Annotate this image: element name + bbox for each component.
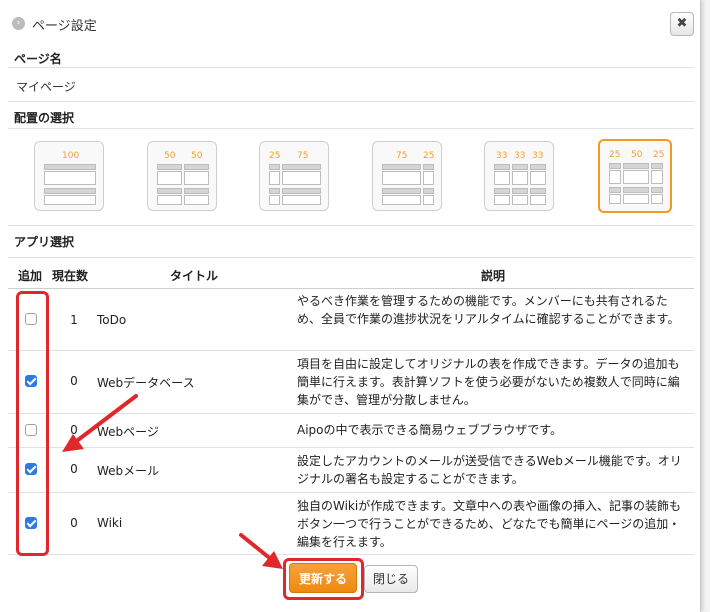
- layout-num: 75: [396, 151, 408, 161]
- header-add: 追加: [18, 269, 43, 283]
- table-row: 0 Webメール 設定したアカウントのメールが送受信できるWebメール機能です。…: [8, 448, 694, 493]
- layout-option-50-50[interactable]: 50 50: [147, 141, 217, 211]
- table-row: 0 Wiki 独自のWikiが作成できます。文章中への表や画像の挿入、記事の装飾…: [8, 493, 694, 555]
- row-desc: やるべき作業を管理するための機能です。メンバーにも共有されるため、全員で作業の進…: [297, 294, 680, 326]
- row-title: Webページ: [97, 425, 159, 439]
- layout-option-75-25[interactable]: 75 25: [372, 141, 442, 211]
- row-title: Wiki: [97, 516, 123, 530]
- page-settings-dialog: › ページ設定 ✖ ページ名 マイページ 配置の選択 100 50 50 25 …: [0, 0, 701, 612]
- row-desc: 設定したアカウントのメールが送受信できるWebメール機能です。オリジナルの署名も…: [297, 454, 682, 486]
- row-desc: 項目を自由に設定してオリジナルの表を作成できます。データの追加も簡単に行えます。…: [297, 357, 680, 407]
- add-checkbox-todo[interactable]: [25, 313, 37, 325]
- chevron-right-icon: ›: [12, 17, 25, 30]
- close-dialog-button[interactable]: 閉じる: [364, 565, 418, 593]
- layout-num: 50: [631, 150, 643, 160]
- layout-num: 33: [514, 151, 526, 161]
- layout-num: 50: [164, 151, 176, 161]
- row-count: 0: [70, 516, 78, 530]
- row-count: 0: [70, 374, 78, 388]
- page-name-row: マイページ: [8, 67, 694, 102]
- layout-option-25-75[interactable]: 25 75: [259, 141, 329, 211]
- layout-num: 33: [532, 151, 544, 161]
- page-name-value: マイページ: [16, 80, 76, 94]
- layout-option-100[interactable]: 100: [34, 141, 104, 211]
- add-checkbox-webpage[interactable]: [25, 424, 37, 436]
- close-button[interactable]: ✖: [670, 12, 694, 36]
- row-desc: Aipoの中で表示できる簡易ウェブブラウザです。: [297, 423, 563, 437]
- dialog-title: ページ設定: [32, 19, 97, 34]
- layout-option-33-33-33[interactable]: 33 33 33: [484, 141, 554, 211]
- row-title: ToDo: [97, 313, 127, 327]
- layout-options: 100 50 50 25 75 75 25 33 33 33 25 50 25: [8, 128, 694, 226]
- table-row: 0 Webページ Aipoの中で表示できる簡易ウェブブラウザです。: [8, 414, 694, 448]
- table-row: 1 ToDo やるべき作業を管理するための機能です。メンバーにも共有されるため、…: [8, 288, 694, 351]
- apps-label: アプリ選択: [14, 235, 75, 249]
- add-checkbox-webdatabase[interactable]: [25, 375, 37, 387]
- update-button[interactable]: 更新する: [289, 563, 357, 593]
- layout-num: 25: [269, 151, 281, 161]
- add-checkbox-webmail[interactable]: [25, 463, 37, 475]
- row-desc: 独自のWikiが作成できます。文章中への表や画像の挿入、記事の装飾もボタン一つで…: [297, 499, 682, 549]
- table-row: 0 Webデータベース 項目を自由に設定してオリジナルの表を作成できます。データ…: [8, 351, 694, 414]
- layout-num: 50: [191, 151, 203, 161]
- page-name-label: ページ名: [14, 52, 62, 66]
- header-title: タイトル: [170, 269, 219, 283]
- layout-option-25-50-25[interactable]: 25 50 25: [598, 139, 672, 213]
- row-count: 1: [70, 313, 78, 327]
- layout-num: 25: [423, 151, 435, 161]
- layout-num: 100: [62, 151, 80, 161]
- layout-num: 25: [609, 150, 621, 160]
- add-checkbox-wiki[interactable]: [25, 517, 37, 529]
- row-count: 0: [70, 462, 78, 476]
- row-title: Webデータベース: [97, 376, 195, 390]
- layout-label: 配置の選択: [14, 111, 75, 125]
- layout-num: 25: [653, 150, 665, 160]
- table-header: 追加 現在数 タイトル 説明: [8, 257, 694, 289]
- layout-num: 33: [496, 151, 508, 161]
- row-count: 0: [70, 423, 78, 437]
- header-count: 現在数: [52, 269, 89, 283]
- row-title: Webメール: [97, 464, 160, 478]
- layout-num: 75: [297, 151, 309, 161]
- header-desc: 説明: [481, 269, 506, 283]
- background-page: [700, 0, 710, 612]
- dialog-header: › ページ設定 ✖: [0, 0, 700, 46]
